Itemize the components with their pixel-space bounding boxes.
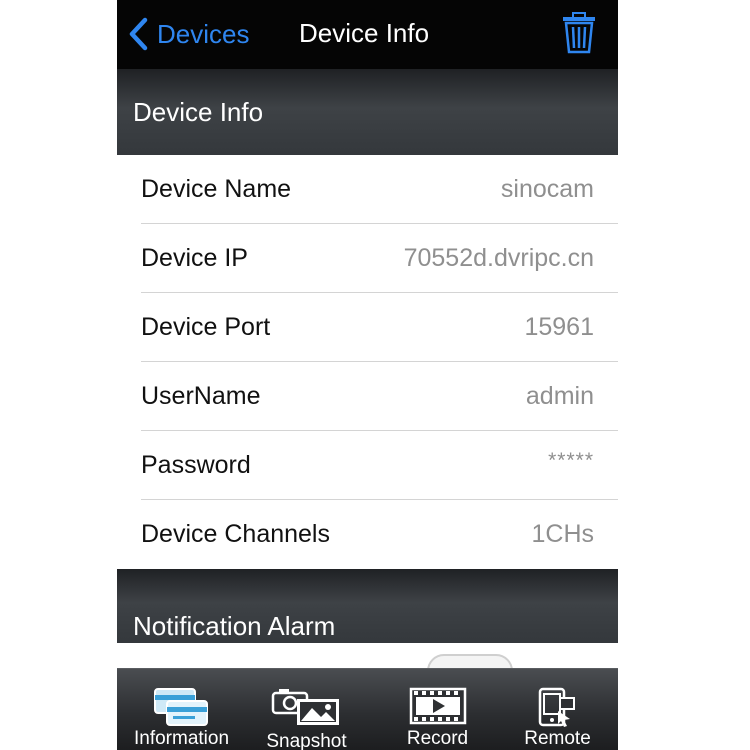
field-label: Device Name	[141, 175, 292, 203]
field-value: 15961	[524, 313, 594, 341]
delete-button[interactable]	[561, 12, 597, 54]
field-row-device-channels[interactable]: Device Channels 1CHs	[117, 500, 618, 569]
field-label: UserName	[141, 382, 261, 410]
field-row-username[interactable]: UserName admin	[117, 362, 618, 431]
tab-remote[interactable]: Remote	[495, 669, 618, 750]
tab-information[interactable]: Information	[119, 669, 244, 750]
back-button[interactable]: Devices	[127, 14, 249, 54]
section-title: Device Info	[133, 97, 264, 127]
section-header-notification-alarm: Notification Alarm	[117, 569, 618, 643]
tab-label: Remote	[524, 728, 591, 749]
chevron-left-icon	[129, 17, 148, 51]
device-info-screen: Devices Device Info Device Info Device N…	[117, 0, 618, 750]
navigation-bar: Devices Device Info	[117, 0, 618, 69]
remote-phone-icon	[538, 687, 575, 727]
field-row-device-port[interactable]: Device Port 15961	[117, 293, 618, 362]
field-row-device-ip[interactable]: Device IP 70552d.dvripc.cn	[117, 224, 618, 293]
field-label: Device Channels	[141, 520, 330, 548]
snapshot-camera-icon	[271, 689, 339, 725]
section-header-device-info: Device Info	[117, 69, 618, 155]
field-value: admin	[525, 382, 594, 410]
tab-label: Record	[406, 728, 469, 749]
tab-label: Snapshot	[266, 731, 347, 750]
page-title: Device Info	[299, 18, 430, 48]
field-value: 1CHs	[531, 520, 594, 548]
tab-snapshot[interactable]: Snapshot	[244, 669, 369, 750]
tab-bar: Information Snapshot Record Remote	[117, 668, 618, 750]
tab-record[interactable]: Record	[375, 669, 500, 750]
trash-icon	[563, 12, 595, 54]
section-title: Notification Alarm	[133, 611, 336, 641]
field-label: Device IP	[141, 244, 248, 272]
field-row-password[interactable]: Password *****	[117, 431, 618, 500]
record-film-icon	[409, 687, 466, 725]
information-card-icon	[153, 688, 208, 726]
field-row-device-name[interactable]: Device Name sinocam	[117, 155, 618, 224]
field-label: Password	[141, 451, 251, 479]
field-value: 70552d.dvripc.cn	[403, 244, 594, 272]
field-label: Device Port	[141, 313, 271, 341]
tab-label: Information	[133, 728, 230, 749]
field-value: sinocam	[500, 175, 594, 203]
field-value: *****	[548, 449, 594, 472]
back-button-label: Devices	[157, 18, 250, 49]
